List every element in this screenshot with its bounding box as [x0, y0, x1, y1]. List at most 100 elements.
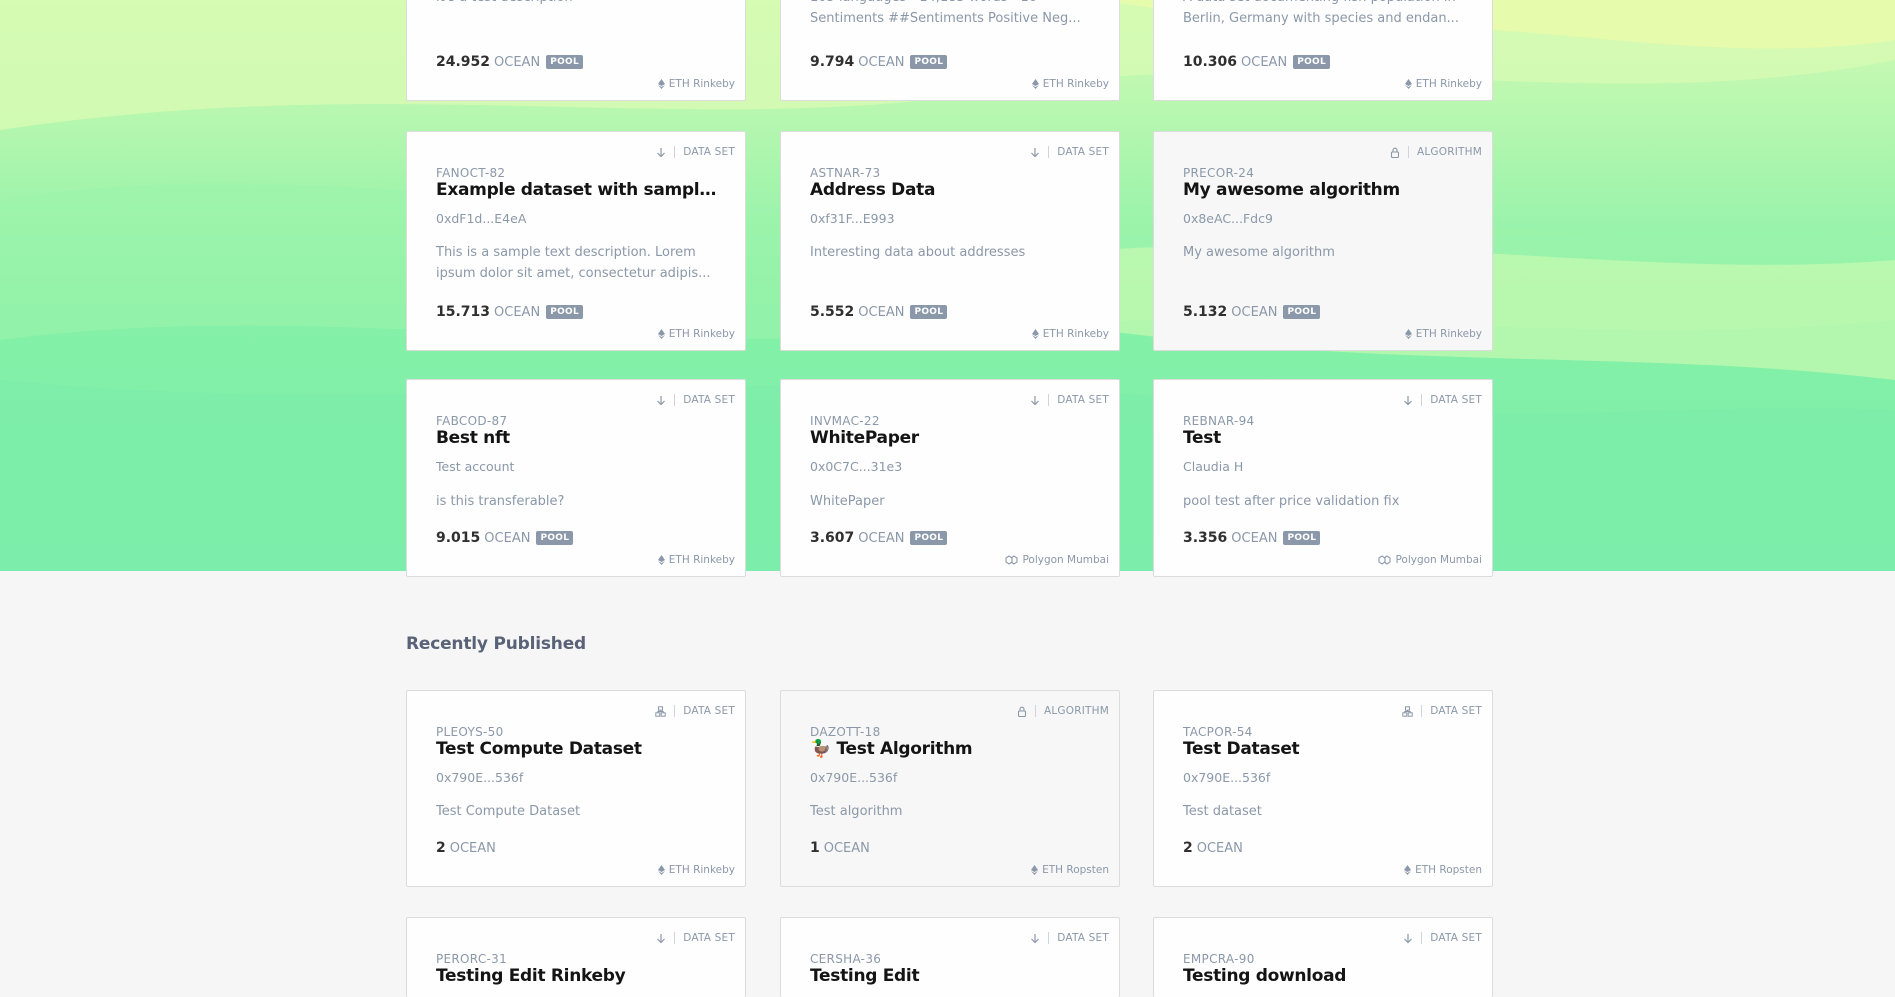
network-label: Polygon Mumbai	[1005, 554, 1109, 566]
asset-price: 5.132 OCEAN POOL	[1183, 304, 1321, 320]
price-currency: OCEAN	[449, 840, 496, 856]
divider	[1421, 705, 1423, 717]
price-value: 9.794	[810, 54, 855, 70]
asset-description: My awesome algorithm	[1183, 245, 1335, 260]
asset-description: is this transferable?	[436, 494, 565, 509]
lock-icon	[1390, 147, 1400, 158]
network-name: Polygon Mumbai	[1022, 554, 1109, 566]
asset-description: WhitePaper	[810, 494, 885, 509]
asset-price: 9.794 OCEAN POOL	[810, 54, 948, 70]
asset-card[interactable]: ALGORITHM DAZOTT-18 🦆 Test Algorithm 0x7…	[780, 690, 1120, 887]
asset-description: pool test after price validation fix	[1183, 494, 1400, 509]
asset-symbol: DAZOTT-18	[810, 725, 881, 739]
asset-type-label: DATA SET	[1057, 932, 1109, 944]
asset-card[interactable]: 105 languages - 14,183 words - 10 Sentim…	[780, 0, 1120, 101]
asset-card[interactable]: DATA SET REBNAR-94 Test Claudia H pool t…	[1153, 379, 1493, 577]
asset-symbol: CERSHA-36	[810, 952, 882, 966]
network-name: Polygon Mumbai	[1395, 554, 1482, 566]
asset-owner[interactable]: 0xf31F...E993	[810, 211, 895, 226]
asset-card[interactable]: DATA SET CERSHA-36 Testing Edit	[780, 917, 1120, 997]
price-currency: OCEAN	[858, 530, 905, 546]
asset-description: Test Compute Dataset	[436, 804, 581, 819]
download-arrow-icon	[1404, 395, 1413, 405]
asset-card[interactable]: DATA SET FABCOD-87 Best nft Test account…	[406, 379, 746, 577]
asset-symbol: TACPOR-54	[1183, 725, 1253, 739]
asset-title: WhitePaper	[810, 428, 919, 448]
asset-card[interactable]: it's a test description 24.952 OCEAN POO…	[406, 0, 746, 101]
asset-card[interactable]: DATA SET INVMAC-22 WhitePaper 0x0C7C...3…	[780, 379, 1120, 577]
asset-type: DATA SET	[1403, 932, 1482, 944]
asset-card[interactable]: DATA SET PLEOYS-50 Test Compute Dataset …	[406, 690, 746, 887]
divider	[1421, 932, 1423, 944]
asset-type-label: DATA SET	[683, 394, 735, 406]
network-label: ETH Ropsten	[1031, 864, 1109, 876]
asset-type: DATA SET	[1030, 394, 1109, 406]
pool-badge: POOL	[546, 55, 584, 69]
network-label: ETH Rinkeby	[657, 864, 735, 876]
asset-card[interactable]: DATA SET ASTNAR-73 Address Data 0xf31F..…	[780, 131, 1120, 351]
asset-description: Interesting data about addresses	[810, 245, 1026, 260]
asset-description: 105 languages - 14,183 words - 10 Sentim…	[810, 0, 1081, 26]
network-label: ETH Ropsten	[1404, 864, 1482, 876]
asset-type: DATA SET	[656, 394, 735, 406]
price-currency: OCEAN	[858, 54, 905, 70]
asset-title: Testing Edit Rinkeby	[436, 966, 626, 986]
asset-title: Test Dataset	[1183, 739, 1300, 759]
asset-type: DATA SET	[1030, 146, 1109, 158]
network-name: ETH Rinkeby	[1415, 328, 1482, 340]
polygon-icon	[1005, 555, 1018, 565]
divider	[1048, 394, 1050, 406]
price-value: 3.607	[810, 530, 855, 546]
ethereum-icon	[657, 79, 665, 89]
asset-price: 15.713 OCEAN POOL	[436, 304, 584, 320]
asset-owner[interactable]: 0x790E...536f	[1183, 770, 1270, 785]
ethereum-icon	[657, 555, 665, 565]
asset-card[interactable]: DATA SET EMPCRA-90 Testing download	[1153, 917, 1493, 997]
pool-badge: POOL	[546, 305, 584, 319]
ethereum-icon	[1404, 865, 1412, 875]
asset-type: DATA SET	[1402, 705, 1482, 717]
asset-title: Best nft	[436, 428, 510, 448]
price-value: 2	[1183, 840, 1193, 856]
asset-symbol: PLEOYS-50	[436, 725, 504, 739]
asset-title: 🦆 Test Algorithm	[810, 739, 973, 759]
polygon-icon	[1378, 555, 1391, 565]
pool-badge: POOL	[910, 55, 948, 69]
pool-badge: POOL	[1293, 55, 1331, 69]
price-value: 2	[436, 840, 446, 856]
asset-type: ALGORITHM	[1390, 146, 1482, 158]
divider	[1421, 394, 1423, 406]
asset-card[interactable]: A data set documenting fish population i…	[1153, 0, 1493, 101]
asset-card[interactable]: DATA SET TACPOR-54 Test Dataset 0x790E..…	[1153, 690, 1493, 887]
section-title-recently-published: Recently Published	[406, 634, 586, 654]
asset-type: ALGORITHM	[1017, 705, 1109, 717]
asset-owner[interactable]: 0x0C7C...31e3	[810, 459, 902, 474]
network-label: ETH Rinkeby	[1404, 328, 1482, 340]
asset-title: My awesome algorithm	[1183, 180, 1400, 200]
price-value: 1	[810, 840, 820, 856]
asset-card[interactable]: DATA SET PERORC-31 Testing Edit Rinkeby	[406, 917, 746, 997]
network-label: ETH Rinkeby	[657, 554, 735, 566]
asset-owner[interactable]: 0x790E...536f	[810, 770, 897, 785]
network-label: ETH Rinkeby	[1031, 328, 1109, 340]
asset-owner[interactable]: 0x790E...536f	[436, 770, 523, 785]
asset-owner[interactable]: 0xdF1d...E4eA	[436, 211, 526, 226]
asset-type-label: DATA SET	[1430, 932, 1482, 944]
asset-owner[interactable]: Test account	[436, 459, 514, 474]
asset-type-label: DATA SET	[1430, 394, 1482, 406]
asset-owner[interactable]: 0x8eAC...Fdc9	[1183, 211, 1273, 226]
network-label: Polygon Mumbai	[1378, 554, 1482, 566]
asset-type-label: ALGORITHM	[1044, 705, 1109, 717]
asset-type-label: DATA SET	[683, 932, 735, 944]
ethereum-icon	[1404, 79, 1412, 89]
pool-badge: POOL	[536, 531, 574, 545]
asset-card[interactable]: ALGORITHM PRECOR-24 My awesome algorithm…	[1153, 131, 1493, 351]
download-arrow-icon	[1404, 933, 1413, 943]
asset-symbol: PRECOR-24	[1183, 166, 1255, 180]
network-name: ETH Rinkeby	[668, 328, 735, 340]
asset-owner[interactable]: Claudia H	[1183, 459, 1243, 474]
asset-type: DATA SET	[655, 705, 735, 717]
asset-price: 24.952 OCEAN POOL	[436, 54, 584, 70]
asset-card[interactable]: DATA SET FANOCT-82 Example dataset with …	[406, 131, 746, 351]
network-name: ETH Ropsten	[1415, 864, 1482, 876]
